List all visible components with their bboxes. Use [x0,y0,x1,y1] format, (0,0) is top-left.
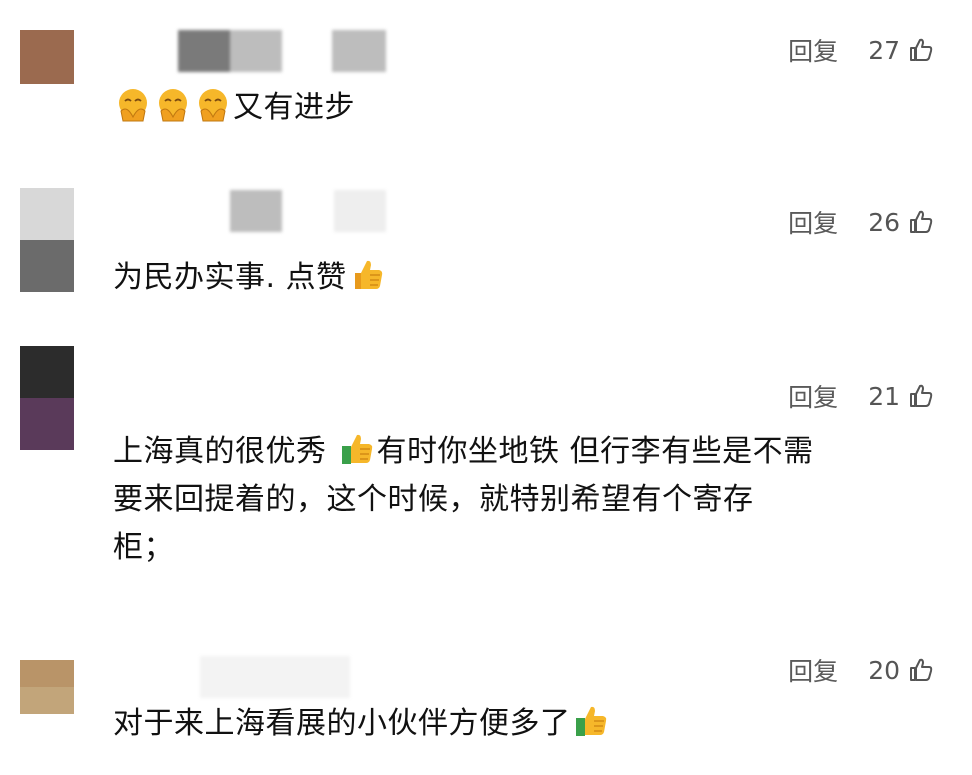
comment-line: 要来回提着的，这个时候，就特别希望有个寄存 [113,478,943,522]
comment-text: 对于来上海看展的小伙伴方便多了 [113,702,943,746]
reply-button[interactable]: 回复 [788,32,838,68]
like-count: 20 [868,655,900,685]
avatar[interactable] [20,188,74,292]
thumbs-up-icon [908,209,934,235]
redaction-block [282,190,334,232]
pray-face-emoji-icon [115,87,151,123]
thumbs-up-emoji-icon [349,257,385,293]
comment-text: 又有进步 [113,86,943,130]
avatar-top [20,30,74,57]
comment-text-content: 柜； [113,530,174,565]
comment-meta: 回复 20 [788,652,934,688]
like-button[interactable]: 27 [868,36,934,65]
avatar-bottom [20,240,74,292]
redaction-block [200,656,350,698]
redaction-block [282,30,332,72]
username-redacted [178,30,386,72]
comment-text: 上海真的很优秀 有时你坐地铁 但行李有些是不需 要来回提着的，这个时候，就特别希… [113,430,943,570]
avatar-top [20,188,74,240]
redaction-block [120,190,230,232]
redaction-block [230,30,282,72]
avatar-top [20,346,74,398]
comment-text-content: 对于来上海看展的小伙伴方便多了 [113,706,571,741]
comment-text-content: 又有进步 [233,90,355,125]
reply-button[interactable]: 回复 [788,652,838,688]
thumbs-up-icon [908,383,934,409]
comment-text-content: 为民办实事. 点赞 [113,260,347,295]
avatar[interactable] [20,660,74,714]
like-button[interactable]: 20 [868,656,934,685]
comment-line: 上海真的很优秀 有时你坐地铁 但行李有些是不需 [113,430,943,474]
avatar-bottom [20,57,74,84]
like-button[interactable]: 26 [868,208,934,237]
comment-text: 为民办实事. 点赞 [113,256,943,300]
like-count: 27 [868,35,900,65]
avatar[interactable] [20,346,74,450]
thumbs-up-icon [908,657,934,683]
like-button[interactable]: 21 [868,382,934,411]
reply-button[interactable]: 回复 [788,378,838,414]
like-count: 21 [868,381,900,411]
thumbs-up-emoji-icon [573,703,609,739]
like-count: 26 [868,207,900,237]
redaction-block [230,190,282,232]
comment-text-content: 要来回提着的，这个时候，就特别希望有个寄存 [113,482,754,517]
redaction-block [332,30,386,72]
avatar[interactable] [20,30,74,84]
redaction-block [178,30,230,72]
comment-text-content: 有时你坐地铁 但行李有些是不需 [376,434,814,469]
comment-meta: 回复 21 [788,378,934,414]
thumbs-up-emoji-icon [339,431,375,467]
comment-text-content: 上海真的很优秀 [113,434,327,469]
avatar-top [20,660,74,687]
thumbs-up-icon [908,37,934,63]
reply-button[interactable]: 回复 [788,204,838,240]
pray-face-emoji-icon [155,87,191,123]
username-redacted [200,656,350,698]
username-redacted [120,190,386,232]
avatar-bottom [20,398,74,450]
comment-line: 柜； [113,526,943,570]
comment-meta: 回复 27 [788,32,934,68]
avatar-bottom [20,687,74,714]
comment-meta: 回复 26 [788,204,934,240]
redaction-block [334,190,386,232]
pray-face-emoji-icon [195,87,231,123]
